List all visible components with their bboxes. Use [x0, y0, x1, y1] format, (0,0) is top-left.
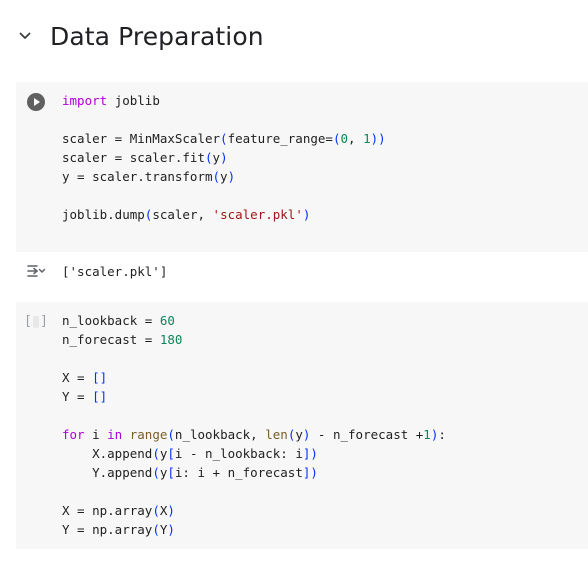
- code-line: n_forecast = 180: [62, 332, 183, 347]
- chevron-down-icon[interactable]: [14, 25, 36, 47]
- section-header: Data Preparation: [14, 14, 264, 58]
- code-line: Y.append(y[i: i + n_forecast]): [62, 465, 318, 480]
- output-expand-icon[interactable]: [26, 261, 46, 281]
- run-placeholder-icon: [32, 316, 40, 328]
- play-icon[interactable]: [26, 92, 46, 112]
- code-line: for i in range(n_lookback, len(y) - n_fo…: [62, 427, 446, 442]
- code-line: X = np.array(X): [62, 503, 175, 518]
- code-line: X = []: [62, 370, 108, 385]
- code-line: X.append(y[i - n_lookback: i]): [62, 446, 318, 461]
- code-line: import joblib: [62, 93, 160, 108]
- execution-count[interactable]: []: [24, 312, 48, 332]
- code-line: Y = []: [62, 389, 108, 404]
- code-editor-2[interactable]: n_lookback = 60 n_forecast = 180 X = [] Y =…: [62, 311, 446, 539]
- code-cell-2[interactable]: [] n_lookback = 60 n_forecast = 180 X = []…: [16, 302, 588, 549]
- code-cell-1[interactable]: import joblib scaler = MinMaxScaler(featu…: [16, 82, 588, 252]
- code-editor-1[interactable]: import joblib scaler = MinMaxScaler(featu…: [62, 91, 386, 224]
- code-line: scaler = scaler.fit(y): [62, 150, 228, 165]
- code-line: n_lookback = 60: [62, 313, 175, 328]
- code-line: scaler = MinMaxScaler(feature_range=(0, …: [62, 131, 386, 146]
- code-line: joblib.dump(scaler, 'scaler.pkl'): [62, 207, 311, 222]
- code-line: Y = np.array(Y): [62, 522, 175, 537]
- section-title: Data Preparation: [50, 21, 264, 51]
- output-text: ['scaler.pkl']: [62, 264, 168, 279]
- code-line: y = scaler.transform(y): [62, 169, 236, 184]
- cell-output-1: ['scaler.pkl']: [16, 258, 588, 284]
